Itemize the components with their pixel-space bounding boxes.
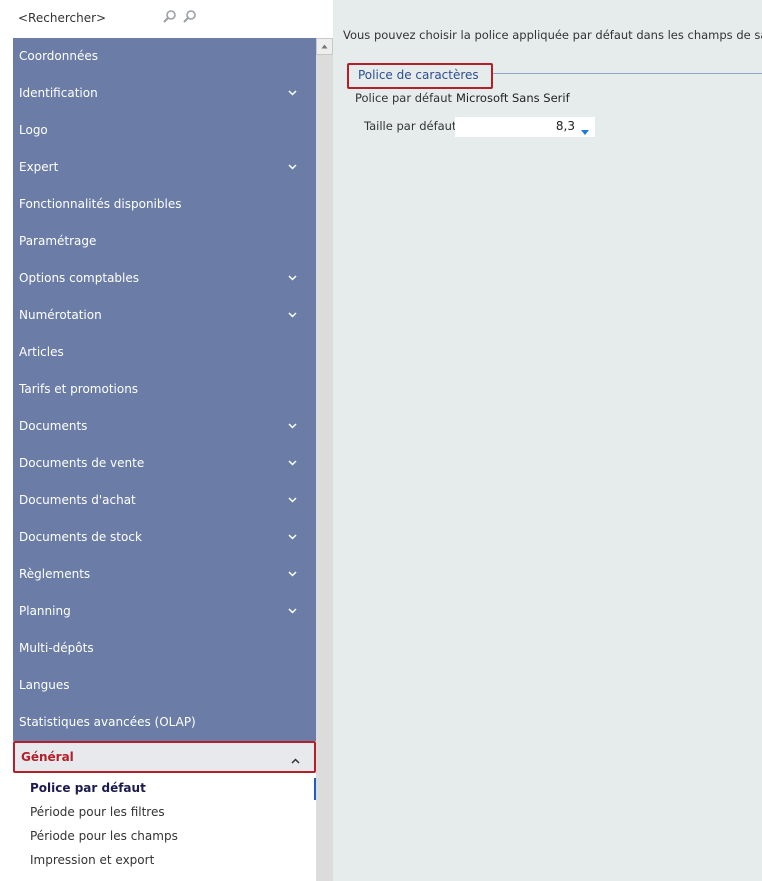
search-bar[interactable]: <Rechercher> bbox=[0, 0, 316, 38]
chevron-down-icon bbox=[288, 149, 298, 170]
sidebar-item-label: Articles bbox=[19, 345, 64, 359]
chevron-up-icon bbox=[291, 753, 300, 767]
sidebar-item-label: Identification bbox=[19, 86, 98, 100]
sidebar-item-expert[interactable]: Expert bbox=[13, 149, 316, 186]
sidebar-item-label: Numérotation bbox=[19, 308, 102, 322]
chevron-down-icon bbox=[288, 519, 298, 540]
group-title: Police de caractères bbox=[358, 68, 479, 82]
sidebar-item-label: Planning bbox=[19, 604, 71, 618]
chevron-down-icon bbox=[288, 593, 298, 614]
sidebar-item-label: Multi-dépôts bbox=[19, 641, 94, 655]
search-next-icon[interactable] bbox=[182, 9, 198, 25]
sidebar-item-documents[interactable]: Documents bbox=[13, 408, 316, 445]
sidebar-item-reglements[interactable]: Règlements bbox=[13, 556, 316, 593]
sidebar-item-numerotation[interactable]: Numérotation bbox=[13, 297, 316, 334]
subitem-police-par-defaut[interactable]: Police par défaut bbox=[13, 776, 316, 800]
sidebar-item-label: Options comptables bbox=[19, 271, 140, 285]
group-title-box: Police de caractères bbox=[347, 63, 493, 89]
sidebar-item-fonctionnalites-disponibles[interactable]: Fonctionnalités disponibles bbox=[13, 186, 316, 223]
search-previous-icon[interactable] bbox=[162, 9, 178, 25]
sidebar-item-documents-de-stock[interactable]: Documents de stock bbox=[13, 519, 316, 556]
sidebar-item-label: Règlements bbox=[19, 567, 91, 581]
chevron-down-icon bbox=[288, 297, 298, 318]
sidebar-item-label: Documents de vente bbox=[19, 456, 145, 470]
sidebar-item-label: Paramétrage bbox=[19, 234, 97, 248]
scroll-up-button[interactable] bbox=[316, 38, 333, 55]
subitem-periode-filtres[interactable]: Période pour les filtres bbox=[13, 800, 316, 824]
sidebar-item-label: Langues bbox=[19, 678, 70, 692]
size-select[interactable]: 8,3 bbox=[455, 117, 595, 137]
sidebar-item-label: Expert bbox=[19, 160, 59, 174]
sidebar-item-logo[interactable]: Logo bbox=[13, 112, 316, 149]
sidebar-item-multi-depots[interactable]: Multi-dépôts bbox=[13, 630, 316, 667]
search-input[interactable]: <Rechercher> bbox=[18, 11, 106, 25]
font-label: Police par défaut bbox=[355, 91, 453, 105]
chevron-down-icon bbox=[288, 482, 298, 503]
sidebar-item-langues[interactable]: Langues bbox=[13, 667, 316, 704]
sidebar-item-coordonnees[interactable]: Coordonnées bbox=[13, 38, 316, 75]
sidebar-item-label: Statistiques avancées (OLAP) bbox=[19, 715, 196, 729]
sidebar-item-tarifs-et-promotions[interactable]: Tarifs et promotions bbox=[13, 371, 316, 408]
content-panel: Vous pouvez choisir la police appliquée … bbox=[333, 0, 762, 881]
sidebar-item-label: Général bbox=[21, 750, 74, 764]
sidebar-item-identification[interactable]: Identification bbox=[13, 75, 316, 112]
general-subitems: Police par défaut Période pour les filtr… bbox=[13, 776, 316, 881]
sidebar-item-documents-de-vente[interactable]: Documents de vente bbox=[13, 445, 316, 482]
chevron-down-icon bbox=[288, 408, 298, 429]
settings-nav: Coordonnées Identification Logo Expert Fonct… bbox=[13, 38, 316, 741]
sidebar-item-documents-d-achat[interactable]: Documents d'achat bbox=[13, 482, 316, 519]
chevron-down-icon bbox=[288, 445, 298, 466]
chevron-down-icon bbox=[288, 556, 298, 577]
sidebar-item-label: Coordonnées bbox=[19, 49, 98, 63]
chevron-down-icon bbox=[288, 260, 298, 281]
sidebar-item-options-comptables[interactable]: Options comptables bbox=[13, 260, 316, 297]
sidebar-item-label: Tarifs et promotions bbox=[19, 382, 139, 396]
dropdown-arrow-icon[interactable] bbox=[581, 124, 589, 138]
chevron-down-icon bbox=[288, 75, 298, 96]
font-value[interactable]: Microsoft Sans Serif bbox=[456, 91, 570, 105]
size-label: Taille par défaut bbox=[364, 119, 457, 133]
sidebar-item-label: Logo bbox=[19, 123, 48, 137]
subitem-periode-champs[interactable]: Période pour les champs bbox=[13, 824, 316, 848]
sidebar-item-planning[interactable]: Planning bbox=[13, 593, 316, 630]
subitem-impression-export[interactable]: Impression et export bbox=[13, 848, 316, 872]
sidebar-scrollbar[interactable] bbox=[316, 38, 333, 881]
sidebar-item-label: Documents de stock bbox=[19, 530, 142, 544]
sidebar-item-parametrage[interactable]: Paramétrage bbox=[13, 223, 316, 260]
intro-text: Vous pouvez choisir la police appliquée … bbox=[343, 28, 762, 42]
sidebar-item-label: Documents d'achat bbox=[19, 493, 136, 507]
sidebar-item-articles[interactable]: Articles bbox=[13, 334, 316, 371]
sidebar-item-statistiques-avancees-olap[interactable]: Statistiques avancées (OLAP) bbox=[13, 704, 316, 741]
sidebar-item-label: Documents bbox=[19, 419, 88, 433]
scroll-up-arrow-icon bbox=[321, 44, 328, 49]
sidebar-item-general[interactable]: Général bbox=[13, 741, 316, 773]
size-value: 8,3 bbox=[555, 119, 575, 133]
sidebar-item-label: Fonctionnalités disponibles bbox=[19, 197, 182, 211]
